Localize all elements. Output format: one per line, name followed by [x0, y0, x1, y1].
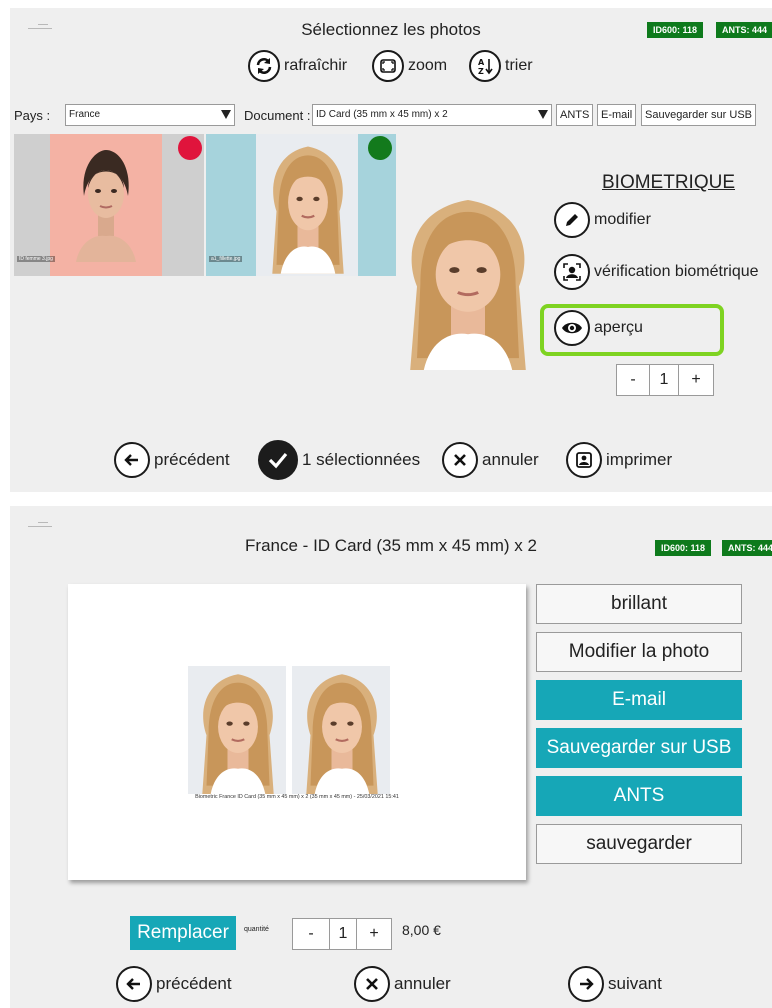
print-icon: [566, 442, 602, 478]
refresh-button[interactable]: rafraîchir: [248, 50, 347, 82]
decrement-button[interactable]: -: [292, 918, 330, 950]
check-icon: [258, 440, 298, 480]
glossy-button[interactable]: brillant: [536, 584, 742, 624]
quantity-value: 1: [650, 364, 678, 396]
face-scan-icon: [554, 254, 590, 290]
sheet-caption: Biometric France ID Card (35 mm x 45 mm)…: [195, 794, 399, 800]
quantity-stepper: - 1 +: [616, 364, 714, 396]
next-label: suivant: [608, 974, 662, 993]
increment-button[interactable]: +: [356, 918, 392, 950]
sort-label: trier: [505, 57, 533, 74]
girl-portrait: [271, 145, 345, 275]
preview-highlight: [540, 304, 724, 356]
ants-counter-badge: ANTS: 444: [716, 22, 772, 38]
quantity-stepper: - 1 +: [292, 918, 392, 950]
photo-thumbnail-2[interactable]: a1_fillette.jpg: [206, 134, 396, 276]
id600-counter-badge: ID600: 118: [647, 22, 704, 38]
quantity-value: 1: [330, 918, 356, 950]
next-button[interactable]: suivant: [568, 966, 662, 1002]
print-preview-screen: France - ID Card (35 mm x 45 mm) x 2 ID6…: [10, 506, 772, 1008]
replace-button[interactable]: Remplacer: [130, 916, 236, 950]
corner-logo: [28, 522, 52, 528]
selected-photo-preview: [408, 198, 528, 370]
ants-button[interactable]: ANTS: [536, 776, 742, 816]
id-photo-1: [188, 666, 286, 794]
ants-counter-badge: ANTS: 444: [722, 540, 772, 556]
country-label: Pays :: [14, 108, 51, 123]
save-usb-button[interactable]: Sauvegarder sur USB: [536, 728, 742, 768]
chevron-down-icon: [538, 110, 548, 119]
pencil-icon: [554, 202, 590, 238]
edit-photo-button[interactable]: Modifier la photo: [536, 632, 742, 672]
close-icon: [354, 966, 390, 1002]
id600-counter-badge: ID600: 118: [655, 540, 712, 556]
ants-button[interactable]: ANTS: [556, 104, 594, 126]
sort-az-icon: AZ: [469, 50, 501, 82]
woman-portrait: [75, 149, 137, 263]
previous-button[interactable]: précédent: [114, 442, 230, 478]
email-button[interactable]: E-mail: [597, 104, 637, 126]
edit-button[interactable]: modifier: [554, 202, 651, 238]
sort-button[interactable]: AZ trier: [469, 50, 533, 82]
photo-selection-screen: Sélectionnez les photos ID600: 118 ANTS:…: [10, 8, 772, 492]
cancel-button[interactable]: annuler: [442, 442, 539, 478]
biometric-check-button[interactable]: vérification biométrique: [554, 254, 759, 290]
country-value: France: [69, 109, 101, 120]
cancel-label: annuler: [394, 974, 451, 993]
previous-label: précédent: [156, 974, 232, 993]
save-button[interactable]: sauvegarder: [536, 824, 742, 864]
document-value: ID Card (35 mm x 45 mm) x 2: [316, 109, 448, 120]
chevron-down-icon: [221, 110, 231, 119]
selected-count-label: 1 sélectionnées: [302, 450, 421, 469]
print-sheet-preview: Biometric France ID Card (35 mm x 45 mm)…: [68, 584, 526, 880]
biometric-check-label: vérification biométrique: [594, 263, 759, 280]
status-dot-green: [368, 136, 392, 160]
print-button[interactable]: imprimer: [566, 442, 672, 478]
filter-row: Pays : France Document : ID Card (35 mm …: [10, 104, 772, 128]
print-label: imprimer: [606, 450, 673, 469]
arrow-left-icon: [116, 966, 152, 1002]
selected-count-button[interactable]: 1 sélectionnées: [258, 440, 420, 480]
previous-label: précédent: [154, 450, 230, 469]
svg-text:Z: Z: [478, 67, 484, 76]
girl-portrait: [201, 673, 275, 794]
zoom-button[interactable]: zoom: [372, 50, 447, 82]
thumbnail-filename: ID femme 3.jpg: [17, 256, 55, 262]
decrement-button[interactable]: -: [616, 364, 650, 396]
previous-button[interactable]: précédent: [116, 966, 232, 1002]
edit-label: modifier: [594, 211, 651, 228]
document-label: Document :: [244, 108, 311, 123]
country-select[interactable]: France: [65, 104, 235, 126]
zoom-icon: [372, 50, 404, 82]
refresh-label: rafraîchir: [284, 57, 348, 74]
biometric-heading: BIOMETRIQUE: [602, 172, 736, 193]
save-usb-button[interactable]: Sauvegarder sur USB: [641, 104, 756, 126]
email-button[interactable]: E-mail: [536, 680, 742, 720]
svg-text:A: A: [478, 58, 485, 67]
photo-thumbnail-1[interactable]: ID femme 3.jpg: [14, 134, 204, 276]
arrow-left-icon: [114, 442, 150, 478]
arrow-right-icon: [568, 966, 604, 1002]
zoom-label: zoom: [408, 57, 448, 74]
increment-button[interactable]: +: [678, 364, 714, 396]
price-label: 8,00 €: [402, 922, 441, 938]
cancel-button[interactable]: annuler: [354, 966, 451, 1002]
quantity-label: quantité: [244, 926, 269, 933]
girl-portrait: [305, 673, 379, 794]
id-photo-2: [292, 666, 390, 794]
refresh-icon: [248, 50, 280, 82]
thumbnail-filename: a1_fillette.jpg: [209, 256, 243, 262]
close-icon: [442, 442, 478, 478]
cancel-label: annuler: [482, 450, 539, 469]
document-select[interactable]: ID Card (35 mm x 45 mm) x 2: [312, 104, 552, 126]
status-dot-red: [178, 136, 202, 160]
